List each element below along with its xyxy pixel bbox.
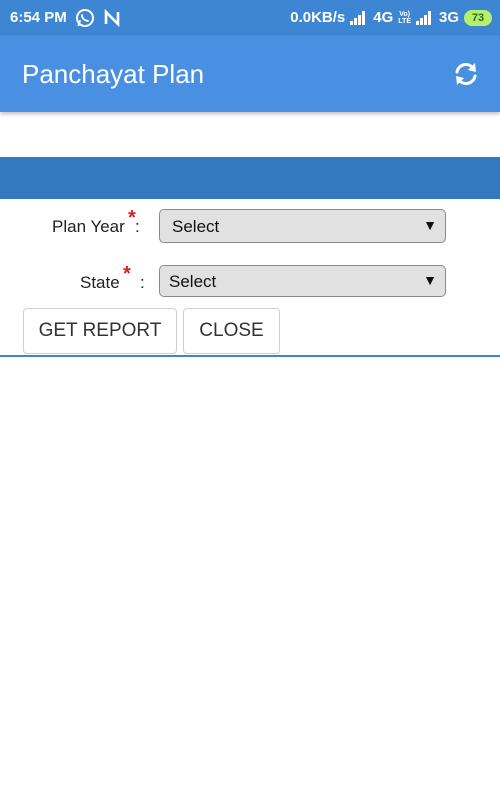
volte-line-1: Vo): [399, 10, 411, 18]
app-title: Panchayat Plan: [22, 59, 205, 89]
status-bar: 6:54 PM 0.0KB/s 4G Vo) LTE 3G 73: [0, 0, 500, 35]
volte-line-2: LTE: [398, 17, 411, 25]
network-type-2: 3G: [438, 9, 459, 26]
status-time: 6:54 PM: [10, 9, 67, 26]
plan-year-colon: :: [135, 217, 140, 236]
dropdown-arrow-icon: ▼: [423, 217, 437, 233]
network-type-1: 4G: [373, 9, 394, 26]
status-bar-right: 0.0KB/s 4G Vo) LTE 3G 73: [290, 0, 492, 35]
state-select[interactable]: Select ▼: [159, 265, 446, 297]
signal-icon-2: [415, 10, 434, 25]
plan-year-selected-value: Select: [172, 217, 220, 236]
signal-icon: [350, 10, 368, 25]
dropdown-arrow-icon: ▼: [423, 272, 437, 288]
whatsapp-icon: [75, 8, 95, 28]
status-bar-left: 6:54 PM: [10, 0, 121, 35]
state-required-mark: *: [123, 263, 131, 285]
volte-indicator: Vo) LTE: [398, 11, 411, 25]
battery-level: 73: [471, 11, 485, 24]
get-report-button[interactable]: GET REPORT: [23, 308, 177, 354]
state-row: State * : Select ▼: [0, 263, 500, 301]
state-colon: :: [140, 273, 145, 292]
battery-icon: 73: [464, 9, 492, 26]
state-label: State: [80, 273, 120, 292]
plan-year-label: Plan Year: [52, 217, 125, 236]
plan-year-row: Plan Year * : Select ▼: [0, 207, 500, 245]
network-speed: 0.0KB/s: [290, 9, 346, 26]
section-header-band: [0, 157, 500, 199]
plan-year-select[interactable]: Select ▼: [159, 209, 446, 243]
app-bar: Panchayat Plan: [0, 35, 500, 112]
close-button[interactable]: CLOSE: [183, 308, 280, 354]
refresh-icon[interactable]: [451, 59, 481, 89]
state-selected-value: Select: [169, 272, 217, 291]
divider: [0, 355, 500, 357]
n-notification-icon: [103, 8, 121, 27]
